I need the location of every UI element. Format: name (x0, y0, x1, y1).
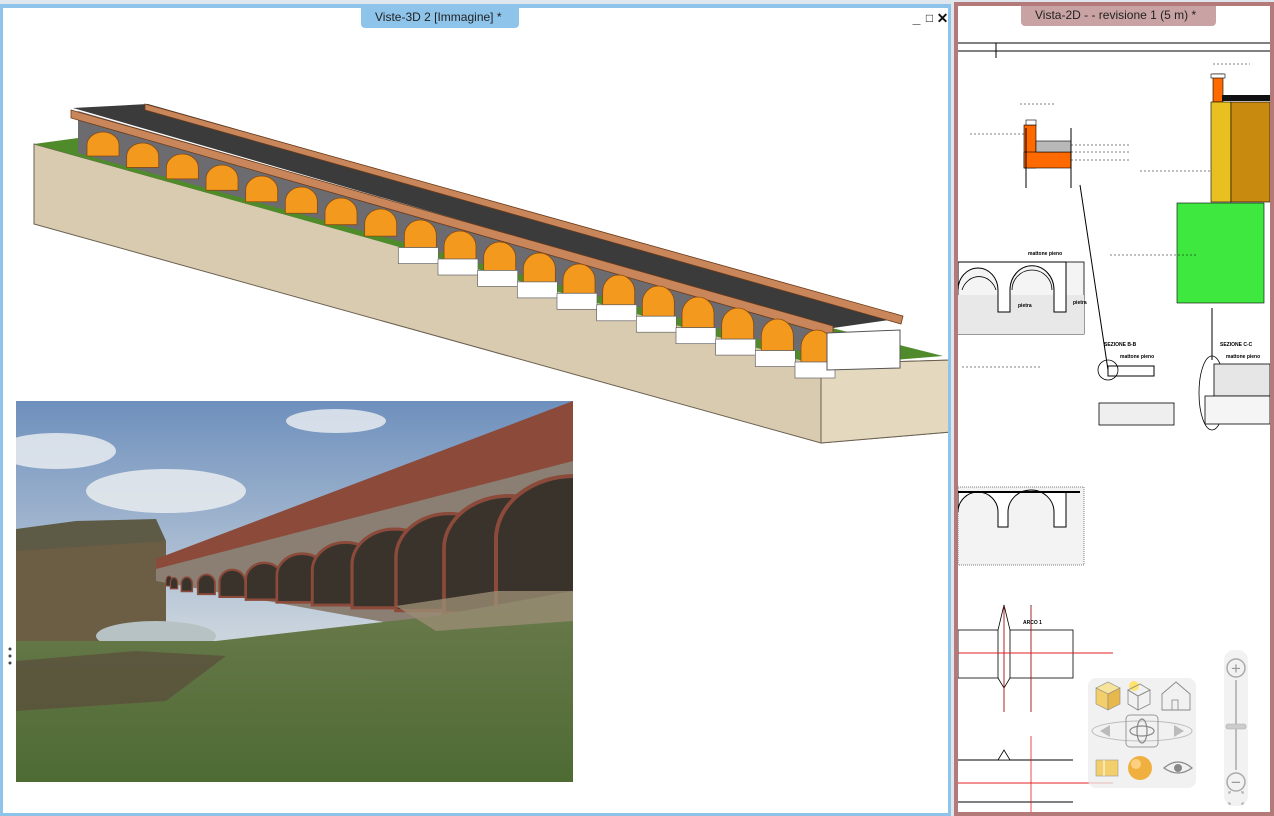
zoom-in-icon: + (1231, 659, 1241, 678)
pier-base (596, 304, 638, 322)
arch (721, 307, 755, 340)
label-mattone-pieno-3: mattone pieno (1226, 354, 1260, 360)
pier-base (715, 338, 757, 356)
eye-icon[interactable] (1163, 761, 1193, 774)
sphere-icon[interactable] (1128, 756, 1152, 780)
ground-block-end (820, 359, 948, 444)
arch (681, 296, 715, 329)
label-pietra-1: pietra (1018, 303, 1032, 309)
photo-arch (196, 573, 216, 596)
arch (403, 219, 437, 248)
arch (284, 186, 318, 214)
pier-base (437, 258, 479, 276)
drag-handle-icon[interactable] (7, 644, 13, 674)
arch (522, 252, 556, 283)
pier-base (516, 281, 558, 299)
arch (562, 263, 596, 294)
section-icon[interactable] (1095, 759, 1119, 777)
arch (86, 131, 120, 157)
arch (364, 208, 398, 237)
arch (165, 153, 199, 180)
label-arco-1: ARCO 1 (1023, 620, 1042, 626)
label-sezione-cc: SEZIONE C-C (1220, 342, 1253, 348)
pier-base (635, 315, 677, 333)
view3d-window[interactable]: Viste-3D 2 [Immagine] * _ □ ✕ (0, 4, 951, 816)
photo-arch (169, 577, 179, 590)
orbit-icon[interactable] (1125, 714, 1159, 748)
label-sezione-bb: SEZIONE B-B (1104, 342, 1137, 348)
arch (443, 230, 477, 260)
navigation-widget[interactable] (1088, 678, 1196, 788)
zoom-thumb[interactable] (1225, 723, 1247, 730)
maximize-icon[interactable]: □ (923, 11, 936, 25)
zoom-out-icon: − (1231, 773, 1241, 792)
view3d-tab[interactable]: Viste-3D 2 [Immagine] * (361, 8, 519, 28)
arch (602, 274, 636, 306)
zoom-controls: + − (1224, 650, 1248, 806)
abutment-block (826, 329, 901, 371)
arch (760, 318, 794, 351)
arrow-right-icon[interactable] (1174, 725, 1184, 737)
zoom-slider[interactable]: + − (1222, 648, 1250, 808)
arch (483, 241, 517, 271)
arch (126, 142, 160, 168)
pier-base (397, 247, 439, 264)
sun-cube-icon[interactable] (1127, 681, 1151, 711)
minimize-icon[interactable]: _ (910, 11, 923, 25)
navigation-icons (1091, 681, 1193, 780)
arrow-left-icon[interactable] (1100, 725, 1110, 737)
arch (245, 175, 279, 203)
bridge-photo (16, 401, 573, 782)
foundation-section (1176, 202, 1265, 304)
arch (205, 164, 239, 191)
arch (324, 197, 358, 226)
arch (641, 285, 675, 317)
photo-arch (218, 568, 247, 598)
label-mattone-pieno-1: mattone pieno (1028, 251, 1062, 257)
close-icon[interactable]: ✕ (936, 11, 948, 25)
pier-base (754, 350, 796, 367)
label-mattone-pieno-2: mattone pieno (1120, 354, 1154, 360)
cube-icon[interactable] (1095, 681, 1121, 711)
pier-base (556, 292, 598, 310)
photo-arch (180, 576, 194, 593)
view2d-tab[interactable]: Vista-2D - - revisione 1 (5 m) * (1021, 6, 1216, 26)
house-icon[interactable] (1161, 681, 1191, 711)
pier-base (675, 327, 717, 345)
pier-base (477, 270, 519, 287)
label-pietra-2: pietra (1073, 300, 1087, 306)
